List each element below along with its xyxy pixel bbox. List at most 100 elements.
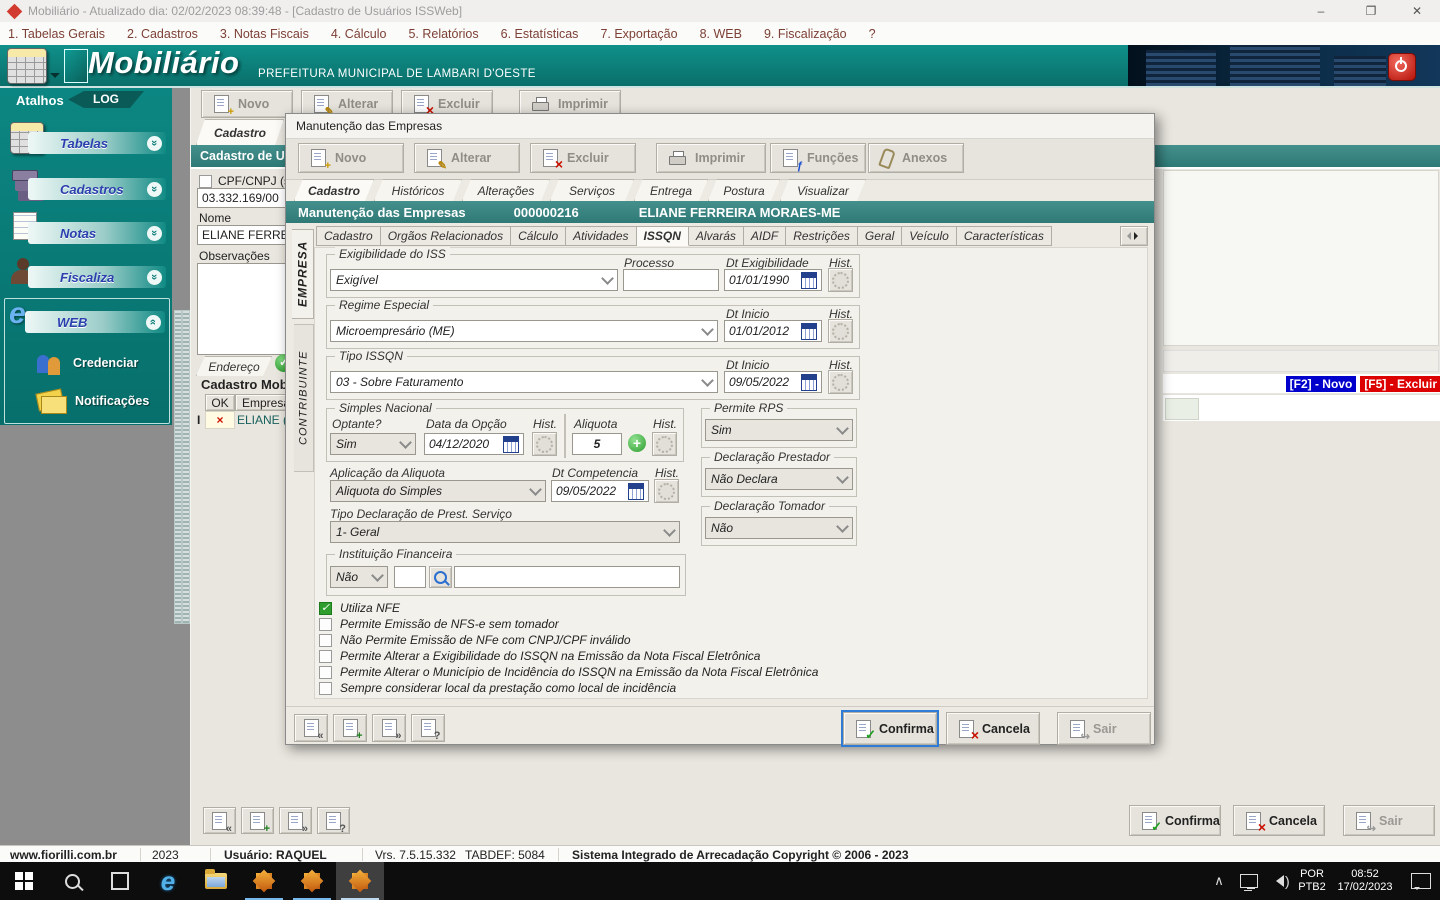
start-button[interactable]	[0, 862, 48, 900]
notification-center-button[interactable]	[1402, 862, 1440, 900]
dt-inicio-regime-input[interactable]: 01/01/2012	[724, 320, 822, 342]
sidebar-item-cadastros[interactable]: Cadastros	[6, 168, 166, 208]
tray-network-button[interactable]	[1234, 862, 1264, 900]
checkbox-icon[interactable]	[319, 633, 332, 647]
dialog-exit-button[interactable]: Sair	[1057, 712, 1151, 745]
instituicao-select[interactable]: Não	[330, 566, 388, 588]
checkbox-alterar-exigibilidade[interactable]: Permite Alterar a Exigibilidade do ISSQN…	[319, 649, 760, 663]
dialog-tab-cadastro[interactable]: Cadastro	[294, 179, 374, 201]
cpf-checkbox-row[interactable]: CPF/CNPJ (s	[199, 174, 290, 188]
instituicao-name-input[interactable]	[454, 566, 680, 588]
chevron-expand-icon[interactable]	[147, 181, 162, 197]
tab-scroll-buttons[interactable]	[1120, 226, 1148, 246]
nav-first-button[interactable]: «	[203, 807, 236, 835]
dt-exigibilidade-input[interactable]: 01/01/1990	[724, 269, 822, 291]
dialog-nav-insert-button[interactable]: +	[333, 714, 367, 742]
chevron-collapse-icon[interactable]	[146, 314, 161, 330]
dt-competencia-input[interactable]: 09/05/2022	[551, 480, 649, 502]
decl-tomador-select[interactable]: Não	[705, 517, 853, 539]
taskbar-search-button[interactable]	[48, 862, 96, 900]
inner-tab-issqn[interactable]: ISSQN	[636, 226, 689, 246]
minimize-button[interactable]: –	[1298, 0, 1344, 22]
restore-button[interactable]: ❐	[1348, 0, 1394, 22]
dialog-titlebar[interactable]: Manutenção das Empresas	[286, 114, 1154, 139]
dialog-new-button[interactable]: Novo	[298, 143, 404, 173]
grid-row-empresa[interactable]: ELIANE (	[237, 413, 287, 427]
taskbar-app2-button[interactable]	[288, 862, 336, 900]
dialog-edit-button[interactable]: Alterar	[414, 143, 520, 173]
sidebar-tab-atalhos[interactable]: Atalhos	[16, 93, 64, 108]
sidebar-item-credenciar[interactable]: Credenciar	[35, 347, 165, 379]
sidebar-item-tabelas[interactable]: Tabelas	[6, 122, 166, 162]
tray-clock-button[interactable]: 08:52 17/02/2023	[1332, 862, 1398, 900]
cpf-checkbox[interactable]	[199, 174, 212, 188]
decl-prestador-select[interactable]: Não Declara	[705, 468, 853, 490]
inner-tab-aidf[interactable]: AIDF	[743, 226, 787, 246]
close-button[interactable]: ✕	[1394, 0, 1440, 22]
exigibilidade-hist-button[interactable]	[828, 268, 853, 292]
dialog-tab-entrega[interactable]: Entrega	[634, 179, 708, 201]
checkbox-local-prestacao[interactable]: Sempre considerar local da prestação com…	[319, 681, 676, 695]
tray-language-button[interactable]: POR PTB2	[1292, 862, 1332, 900]
regime-hist-button[interactable]	[828, 319, 853, 343]
taskbar-app3-button-active[interactable]	[336, 862, 384, 900]
nav-next-button[interactable]: »	[279, 807, 312, 835]
grid-col-ok[interactable]: OK	[205, 394, 235, 411]
endereco-tab[interactable]: Endereço	[196, 356, 272, 376]
inner-tab-orgaos[interactable]: Orgãos Relacionados	[380, 226, 512, 246]
main-confirm-button[interactable]: Confirma	[1129, 805, 1221, 836]
inner-tab-geral[interactable]: Geral	[857, 226, 903, 246]
menu-help[interactable]: ?	[869, 27, 876, 41]
side-tab-empresa[interactable]: EMPRESA	[292, 229, 314, 319]
side-tab-contribuinte[interactable]: CONTRIBUINTE	[294, 324, 314, 472]
dialog-tab-postura[interactable]: Postura	[708, 179, 780, 201]
regime-select[interactable]: Microempresário (ME)	[330, 320, 718, 342]
permite-rps-select[interactable]: Sim	[705, 419, 853, 441]
checkbox-icon[interactable]	[319, 601, 332, 615]
menu-exportacao[interactable]: 7. Exportação	[600, 27, 677, 41]
menu-cadastros[interactable]: 2. Cadastros	[127, 27, 198, 41]
menu-fiscalizacao[interactable]: 9. Fiscalização	[764, 27, 847, 41]
dialog-confirm-button[interactable]: Confirma	[841, 710, 939, 747]
dialog-tab-historicos[interactable]: Históricos	[374, 179, 462, 201]
simples-hist-button[interactable]	[532, 432, 557, 456]
menu-notas-fiscais[interactable]: 3. Notas Fiscais	[220, 27, 309, 41]
main-new-button[interactable]: Novo	[201, 90, 293, 118]
chevron-expand-icon[interactable]	[147, 135, 162, 151]
inner-tab-atividades[interactable]: Atividades	[566, 226, 637, 246]
calendar-icon[interactable]	[503, 435, 519, 453]
data-opcao-input[interactable]: 04/12/2020	[424, 433, 524, 455]
menu-web[interactable]: 8. WEB	[700, 27, 742, 41]
task-view-button[interactable]	[96, 862, 144, 900]
dialog-functions-button[interactable]: Funções	[770, 143, 866, 173]
checkbox-icon[interactable]	[319, 665, 332, 679]
inner-tab-restricoes[interactable]: Restrições	[786, 226, 858, 246]
calendar-icon[interactable]	[628, 482, 644, 500]
splitter-track[interactable]	[174, 310, 182, 624]
inner-tab-cadastro[interactable]: Cadastro	[316, 226, 381, 246]
instituicao-search-button[interactable]	[429, 566, 452, 588]
dialog-nav-first-button[interactable]: «	[294, 714, 328, 742]
logo-menu-arrow-icon[interactable]	[50, 73, 60, 83]
dialog-print-button[interactable]: Imprimir	[656, 143, 766, 173]
checkbox-utiliza-nfe[interactable]: Utiliza NFE	[319, 601, 400, 615]
processo-input[interactable]	[623, 269, 719, 291]
calendar-icon[interactable]	[801, 271, 817, 289]
sidebar-item-fiscaliza[interactable]: Fiscaliza	[6, 256, 166, 296]
menu-relatorios[interactable]: 5. Relatórios	[408, 27, 478, 41]
taskbar-app1-button[interactable]	[240, 862, 288, 900]
calendar-icon[interactable]	[801, 373, 817, 391]
dialog-cancel-button[interactable]: Cancela	[946, 712, 1040, 745]
instituicao-code-input[interactable]	[394, 566, 426, 588]
dialog-tab-visualizar[interactable]: Visualizar	[780, 179, 866, 201]
nav-last-button[interactable]: ?	[317, 807, 350, 835]
dialog-delete-button[interactable]: Excluir	[530, 143, 636, 173]
dialog-nav-last-button[interactable]: ?	[411, 714, 445, 742]
checkbox-icon[interactable]	[319, 649, 332, 663]
tray-chevron-button[interactable]: ∧	[1204, 862, 1234, 900]
aliquota-input[interactable]: 5	[572, 433, 622, 455]
splitter-track[interactable]	[182, 310, 190, 624]
nav-insert-button[interactable]: +	[241, 807, 274, 835]
aliquota-hist-button[interactable]	[652, 432, 677, 456]
tray-volume-button[interactable]	[1262, 862, 1292, 900]
